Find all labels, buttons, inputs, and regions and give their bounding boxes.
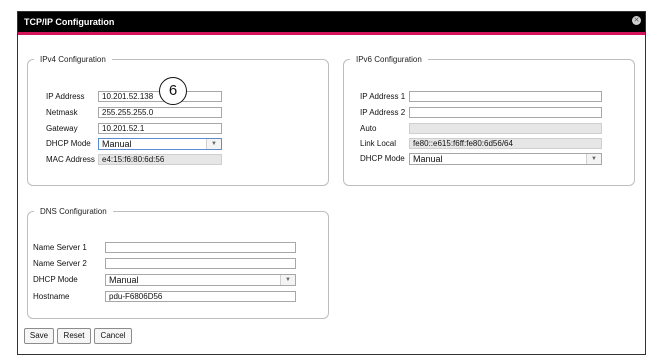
dns-ns2-label: Name Server 2 [33, 259, 87, 268]
dns-legend: DNS Configuration [40, 207, 107, 216]
ipv6-link-field: fe80::e615:f6ff:fe80:6d56/64 [409, 138, 602, 149]
close-icon[interactable]: ✕ [632, 16, 641, 25]
dns-dhcp-select[interactable]: Manual ▼ [105, 274, 296, 286]
cancel-button[interactable]: Cancel [94, 328, 132, 344]
ipv4-group: IPv4 Configuration [27, 55, 329, 186]
callout-number: 6 [159, 77, 187, 105]
ipv6-dhcp-value: Manual [413, 154, 443, 164]
ipv6-ip2-field[interactable] [409, 107, 602, 118]
chevron-down-icon[interactable]: ▼ [586, 154, 601, 164]
ipv6-link-label: Link Local [360, 139, 397, 148]
ipv6-group: IPv6 Configuration [343, 55, 635, 186]
ipv4-gateway-label: Gateway [46, 124, 78, 133]
dns-ns1-label: Name Server 1 [33, 243, 87, 252]
save-button[interactable]: Save [24, 328, 54, 344]
dialog-title: TCP/IP Configuration [24, 17, 115, 27]
ipv4-ip-label: IP Address [46, 92, 85, 101]
dns-ns2-field[interactable] [105, 258, 296, 269]
title-bar: TCP/IP Configuration ✕ [18, 12, 645, 35]
ipv4-mac-field: e4:15:f6:80:6d:56 [98, 154, 222, 165]
ipv4-dhcp-label: DHCP Mode [46, 139, 91, 148]
ipv4-netmask-field[interactable]: 255.255.255.0 [98, 107, 222, 118]
chevron-down-icon[interactable]: ▼ [206, 139, 221, 149]
reset-button[interactable]: Reset [57, 328, 91, 344]
ipv4-legend: IPv4 Configuration [40, 55, 106, 64]
dns-ns1-field[interactable] [105, 242, 296, 253]
ipv6-dhcp-select[interactable]: Manual ▼ [409, 153, 602, 165]
dns-dhcp-value: Manual [109, 275, 139, 285]
ipv4-gateway-field[interactable]: 10.201.52.1 [98, 123, 222, 134]
ipv6-ip1-label: IP Address 1 [360, 92, 406, 101]
ipv6-auto-label: Auto [360, 124, 377, 133]
chevron-down-icon[interactable]: ▼ [280, 275, 295, 285]
dns-dhcp-label: DHCP Mode [33, 275, 78, 284]
ipv6-legend: IPv6 Configuration [356, 55, 422, 64]
ipv4-dhcp-select[interactable]: Manual ▼ [98, 138, 222, 150]
ipv4-dhcp-value: Manual [102, 139, 132, 149]
ipv6-dhcp-label: DHCP Mode [360, 154, 405, 163]
dns-host-field[interactable]: pdu-F6806D56 [105, 291, 296, 302]
ipv6-ip1-field[interactable] [409, 91, 602, 102]
dns-host-label: Hostname [33, 292, 70, 301]
ipv6-ip2-label: IP Address 2 [360, 108, 406, 117]
ipv6-auto-field [409, 123, 602, 134]
ipv4-netmask-label: Netmask [46, 108, 78, 117]
ipv4-mac-label: MAC Address [46, 155, 95, 164]
